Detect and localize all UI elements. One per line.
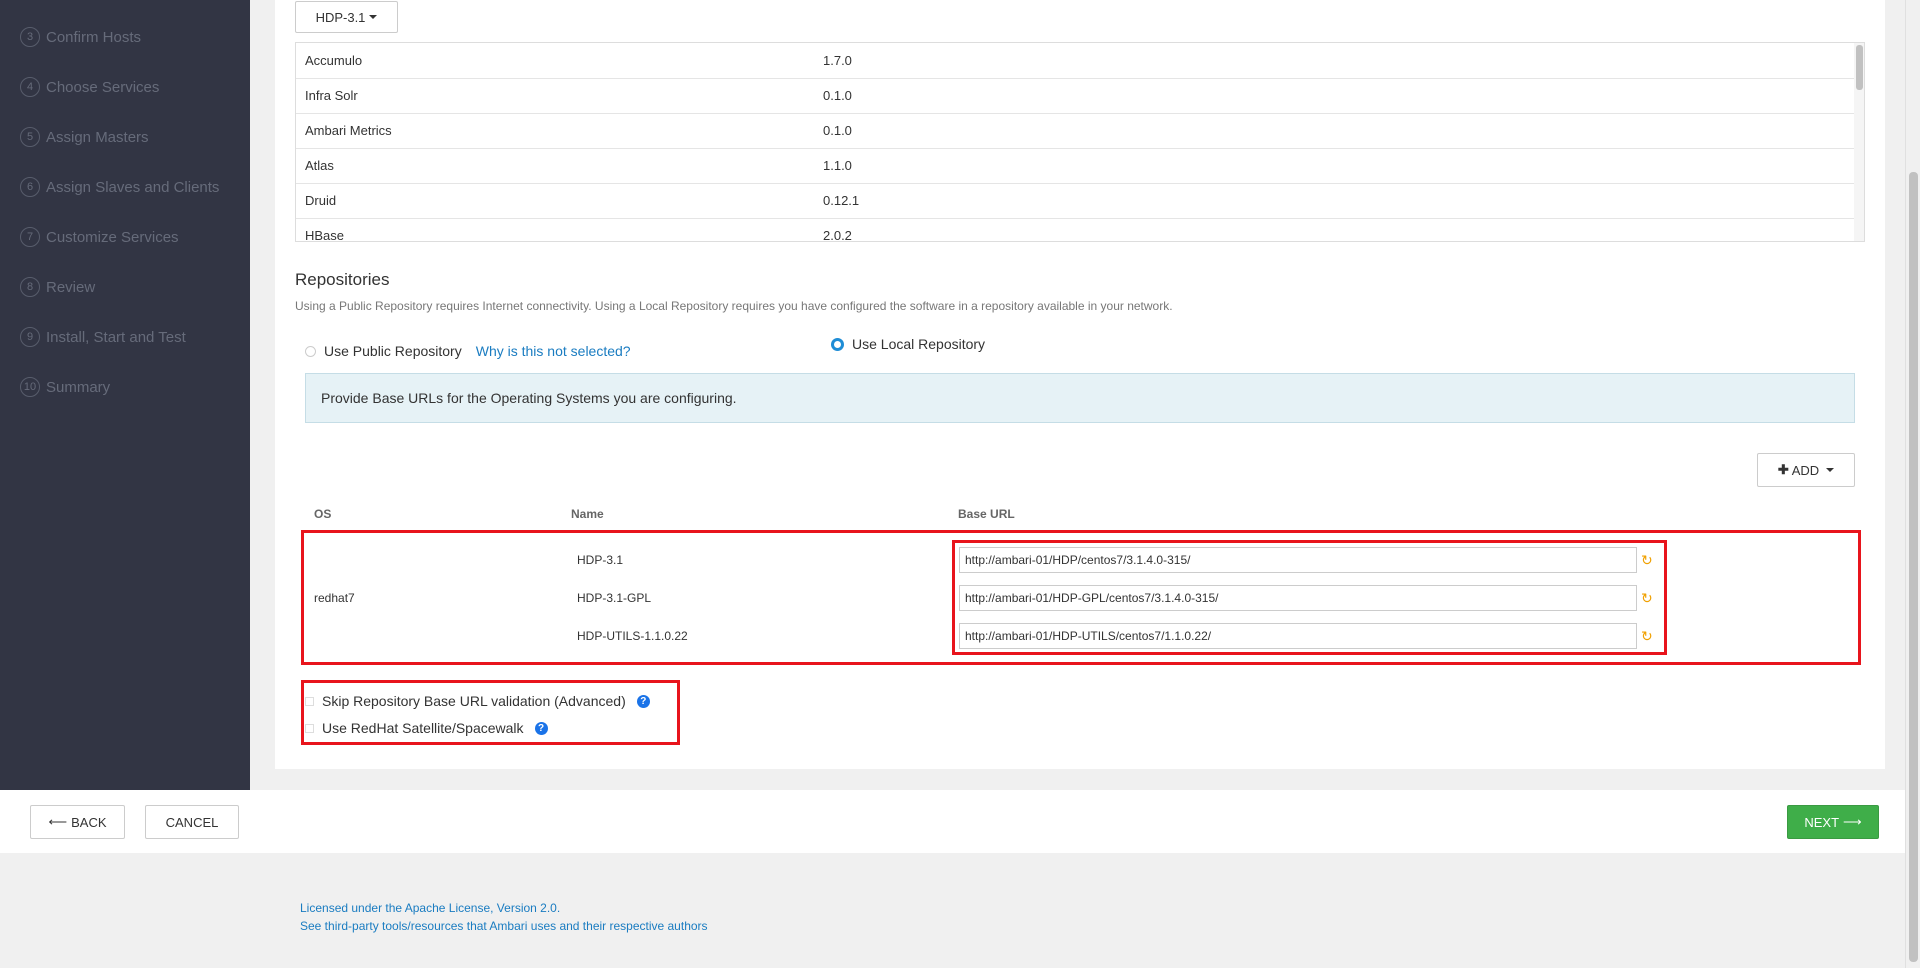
license-link[interactable]: Licensed under the Apache License, Versi… [300, 901, 560, 915]
add-os-button[interactable]: ✚ ADD [1757, 453, 1855, 487]
third-party-link[interactable]: See third-party tools/resources that Amb… [300, 919, 708, 933]
back-button[interactable]: ⟵ BACK [30, 805, 125, 839]
use-public-repo-option[interactable]: Use Public Repository Why is this not se… [305, 343, 631, 359]
table-row: Atlas 1.1.0 [296, 148, 1856, 184]
skip-validation-checkbox[interactable] [305, 696, 314, 706]
arrow-right-icon: ⟶ [1843, 814, 1862, 829]
base-url-input-hdp-utils[interactable] [959, 623, 1637, 649]
caret-down-icon [369, 15, 378, 19]
wizard-sidebar: 3 Confirm Hosts 4 Choose Services 5 Assign … [0, 0, 250, 790]
table-row: HBase 2.0.2 [296, 218, 1856, 241]
step-choose-services[interactable]: 4 Choose Services [20, 74, 159, 100]
why-not-selected-link[interactable]: Why is this not selected? [476, 343, 631, 359]
repo-name: HDP-3.1-GPL [577, 591, 652, 605]
step-confirm-hosts[interactable]: 3 Confirm Hosts [20, 24, 141, 50]
step-assign-slaves[interactable]: 6 Assign Slaves and Clients [20, 174, 219, 200]
table-row: Ambari Metrics 0.1.0 [296, 113, 1856, 149]
undo-icon[interactable]: ↻ [1641, 553, 1655, 567]
public-repo-radio[interactable] [305, 345, 316, 357]
os-label: redhat7 [314, 591, 355, 605]
col-header-name: Name [571, 507, 604, 521]
col-header-base-url: Base URL [958, 507, 1015, 521]
page-scrollbar[interactable] [1905, 0, 1920, 968]
col-header-os: OS [314, 507, 332, 521]
local-repo-radio[interactable] [831, 337, 844, 351]
step-review[interactable]: 8 Review [20, 274, 95, 300]
undo-icon[interactable]: ↻ [1641, 629, 1655, 643]
repositories-title: Repositories [295, 270, 390, 289]
info-alert: Provide Base URLs for the Operating Syst… [305, 373, 1855, 423]
help-icon[interactable]: ? [636, 694, 650, 708]
table-row: Accumulo 1.7.0 [296, 43, 1856, 79]
repo-name: HDP-UTILS-1.1.0.22 [577, 629, 688, 643]
wizard-footer [0, 790, 1906, 853]
help-icon[interactable]: ? [534, 721, 548, 735]
step-customize-services[interactable]: 7 Customize Services [20, 224, 179, 250]
base-url-input-hdp[interactable] [959, 547, 1637, 573]
undo-icon[interactable]: ↻ [1641, 591, 1655, 605]
repo-name: HDP-3.1 [577, 553, 624, 567]
step-assign-masters[interactable]: 5 Assign Masters [20, 124, 149, 150]
caret-down-icon [1826, 468, 1835, 472]
step-summary[interactable]: 10 Summary [20, 374, 110, 400]
repositories-description: Using a Public Repository requires Inter… [295, 299, 1173, 313]
table-row: Druid 0.12.1 [296, 183, 1856, 219]
stack-services-table: Accumulo 1.7.0 Infra Solr 0.1.0 Ambari Met… [295, 42, 1865, 242]
plus-icon: ✚ [1777, 462, 1789, 477]
step-install-start-test[interactable]: 9 Install, Start and Test [20, 324, 186, 350]
skip-validation-option[interactable]: Skip Repository Base URL validation (Adv… [305, 693, 650, 709]
table-scrollbar[interactable] [1854, 43, 1864, 241]
satellite-checkbox[interactable] [305, 723, 314, 733]
table-row: Infra Solr 0.1.0 [296, 78, 1856, 114]
page-scrollbar-thumb[interactable] [1909, 172, 1918, 962]
stack-version-dropdown[interactable]: HDP-3.1 [295, 1, 398, 33]
cancel-button[interactable]: CANCEL [145, 805, 239, 839]
arrow-left-icon: ⟵ [48, 814, 68, 829]
stack-version-label: HDP-3.1 [315, 9, 366, 25]
next-button[interactable]: NEXT ⟶ [1787, 805, 1879, 839]
satellite-option[interactable]: Use RedHat Satellite/Spacewalk ? [305, 720, 548, 736]
use-local-repo-option[interactable]: Use Local Repository [831, 336, 985, 352]
base-url-input-hdp-gpl[interactable] [959, 585, 1637, 611]
table-scrollbar-thumb[interactable] [1856, 45, 1863, 90]
